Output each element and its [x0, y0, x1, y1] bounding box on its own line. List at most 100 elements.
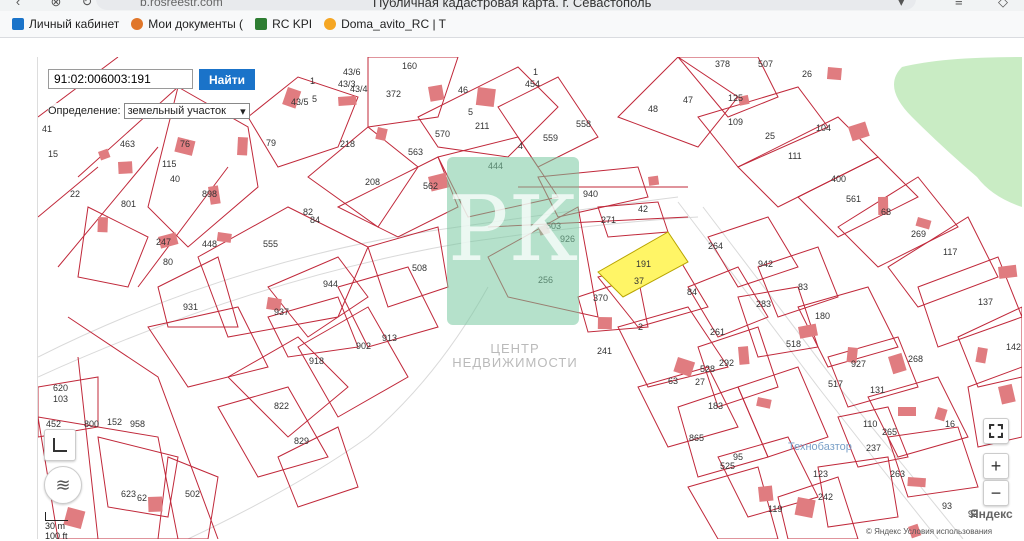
close-circle-icon[interactable]: ⊗ [48, 0, 64, 10]
parcel-number: 4 [518, 141, 523, 151]
yandex-logo: Яндекс [970, 507, 1013, 521]
parcel-number: 561 [846, 194, 861, 204]
parcel-number: 110 [863, 419, 877, 429]
building-footprint [794, 497, 816, 519]
parcel-number: 26 [802, 69, 812, 79]
definition-select[interactable]: земельный участок ▾ [123, 103, 250, 119]
parcel-number: 507 [758, 59, 773, 69]
parcel-number: 283 [756, 299, 771, 309]
definition-label: Определение: [48, 105, 121, 117]
building-footprint [998, 264, 1018, 279]
settings-icon[interactable]: ≡ [955, 0, 963, 9]
parcel-number: 463 [120, 139, 135, 149]
definition-row: Определение: земельный участок ▾ [48, 103, 250, 119]
parcel-number: 958 [130, 419, 145, 429]
building-footprint [673, 357, 696, 377]
parcel-number: 218 [340, 139, 355, 149]
bookmark-label: Doma_avito_RC | T [341, 17, 447, 31]
bookmark-kpi[interactable]: RC KPI [255, 17, 312, 31]
parcel-number: 152 [107, 417, 122, 427]
parcel-number: 292 [719, 358, 734, 368]
parcel-number: 937 [274, 307, 289, 317]
parcel-number: 180 [815, 311, 830, 321]
find-button[interactable]: Найти [199, 69, 255, 90]
parcel-number: 115 [162, 159, 176, 169]
parcel-number: 76 [180, 139, 190, 149]
scale-metric-label: 30 m [45, 521, 66, 531]
building-footprint [98, 148, 111, 161]
bookmark-icon [324, 18, 337, 30]
parcel-number: 452 [46, 419, 61, 429]
parcel-number: 623 [121, 489, 136, 499]
parcel-number: 942 [758, 259, 773, 269]
parcel-number: 84 [687, 287, 697, 297]
building-footprint [756, 397, 772, 409]
parcel-number: 15 [48, 149, 58, 159]
parcel-number: 211 [475, 121, 489, 131]
parcel-number: 137 [978, 297, 993, 307]
parcel-number: 898 [202, 189, 217, 199]
building-footprint [826, 67, 842, 81]
parcel-number: 518 [786, 339, 801, 349]
street-label: Технобазтор [788, 441, 852, 453]
reload-icon[interactable]: ↻ [79, 0, 95, 10]
parcel-number: 43/4 [350, 84, 368, 94]
building-footprint [998, 383, 1016, 405]
parcel-number: 42 [638, 204, 648, 214]
building-footprint [475, 87, 496, 108]
layers-button[interactable]: ≋ [44, 466, 82, 504]
parcel-number: 263 [890, 469, 905, 479]
parcel-number: 502 [185, 489, 200, 499]
url-text[interactable]: b.rosreestr.com [140, 0, 223, 9]
building-footprint [147, 496, 163, 512]
parcel-number: 160 [402, 61, 417, 71]
parcel-number: 237 [866, 443, 881, 453]
parcel-number: 829 [294, 436, 309, 446]
building-footprint [237, 137, 248, 156]
ruler-button[interactable] [44, 429, 76, 461]
parcel-number: 913 [382, 333, 397, 343]
layers-icon: ≋ [55, 474, 71, 495]
parcel-number: 183 [708, 401, 723, 411]
bookmark-doma[interactable]: Doma_avito_RC | T [324, 17, 446, 31]
zoom-out-button[interactable]: − [983, 480, 1009, 506]
parcel-number: 620 [53, 383, 68, 393]
parcel-number: 41 [42, 124, 52, 134]
parcel-number: 559 [543, 133, 558, 143]
parcel-number: 562 [423, 181, 438, 191]
parcel-number: 269 [911, 229, 926, 239]
parcel-number: 241 [597, 346, 612, 356]
parcel-number: 123 [813, 469, 828, 479]
bookmarks-bar: Личный кабинет Мои документы ( RC KPI Do… [0, 11, 1024, 38]
parcel-number: 940 [583, 189, 598, 199]
fullscreen-icon [989, 424, 1003, 438]
building-footprint [975, 347, 988, 364]
bookmark-lk[interactable]: Личный кабинет [12, 17, 119, 31]
parcel-number: 931 [183, 302, 198, 312]
parcel-number: 27 [695, 377, 705, 387]
zoom-in-button[interactable]: + [983, 453, 1009, 479]
building-footprint [738, 346, 750, 365]
map-copyright[interactable]: © Яндекс Условия использования [866, 527, 992, 536]
parcel-number: 242 [818, 492, 833, 502]
parcel-number: 93 [942, 501, 952, 511]
building-footprint [118, 161, 133, 174]
bookmark-icon [131, 18, 144, 30]
shield-icon[interactable]: ◇ [998, 0, 1008, 10]
parcel-number: 927 [851, 359, 866, 369]
back-icon[interactable]: ‹ [10, 0, 26, 10]
bookmark-icon [12, 18, 24, 30]
parcel-number: 1 [533, 67, 538, 77]
parcel-number: 822 [274, 401, 289, 411]
parcel-number: 80 [163, 257, 173, 267]
fullscreen-button[interactable] [983, 418, 1009, 444]
parcel-number: 944 [323, 279, 338, 289]
cadastral-search-input[interactable] [48, 69, 193, 89]
parcel-number: 104 [816, 123, 831, 133]
map-viewport[interactable]: 1372454521145595585635702182085624449404… [37, 57, 1022, 539]
watermark-letters: РК [447, 177, 579, 282]
bookmark-docs[interactable]: Мои документы ( [131, 17, 243, 31]
parcel-number: 111 [788, 151, 802, 161]
building-footprint [375, 127, 388, 141]
dropdown-icon[interactable]: ▾ [898, 0, 905, 10]
